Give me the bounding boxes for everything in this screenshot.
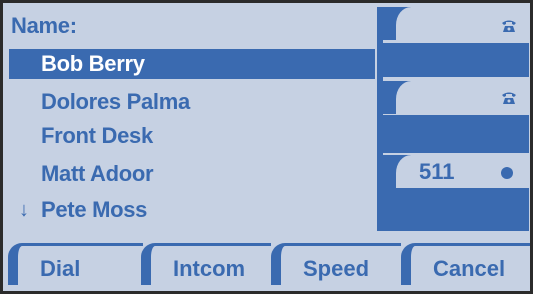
- phone-icon: [502, 92, 516, 104]
- list-item[interactable]: Dolores Palma: [9, 87, 375, 117]
- softkey-label: Speed: [303, 256, 370, 281]
- scroll-down-arrow-icon: ↓: [19, 199, 29, 221]
- speed-softkey[interactable]: Speed: [271, 243, 401, 285]
- list-header: Name:: [11, 13, 77, 38]
- softkey-label: Dial: [40, 256, 81, 281]
- line-key-label: 511: [419, 159, 455, 184]
- list-item-label: Front Desk: [41, 123, 153, 148]
- directory-list: Name: Bob Berry Dolores Palma Front Desk…: [9, 7, 375, 231]
- list-item[interactable]: Bob Berry: [9, 49, 375, 79]
- intcom-softkey[interactable]: Intcom: [141, 243, 271, 285]
- dot-icon: [501, 167, 513, 179]
- line-key-1[interactable]: [383, 7, 530, 40]
- list-item-label: Dolores Palma: [41, 89, 190, 114]
- list-item[interactable]: ↓ Pete Moss: [9, 195, 375, 225]
- cancel-softkey[interactable]: Cancel: [401, 243, 530, 285]
- line-key-separator: [383, 115, 529, 153]
- list-item-label: Bob Berry: [41, 51, 145, 76]
- dial-softkey[interactable]: Dial: [8, 243, 143, 285]
- line-key-2[interactable]: [383, 81, 530, 114]
- list-item[interactable]: Matt Adoor: [9, 159, 375, 189]
- softkey-bar: Dial Intcom Speed Cancel: [6, 235, 530, 291]
- phone-icon: [502, 20, 516, 32]
- phone-display: Name: Bob Berry Dolores Palma Front Desk…: [0, 0, 533, 294]
- softkey-label: Cancel: [433, 256, 506, 281]
- list-item-label: Pete Moss: [41, 197, 148, 222]
- line-key-separator: [383, 43, 529, 77]
- softkey-label: Intcom: [173, 256, 246, 281]
- list-item[interactable]: Front Desk: [9, 121, 375, 151]
- list-item-label: Matt Adoor: [41, 161, 154, 186]
- line-key-separator: [383, 188, 529, 231]
- line-key-3[interactable]: 511: [383, 155, 530, 188]
